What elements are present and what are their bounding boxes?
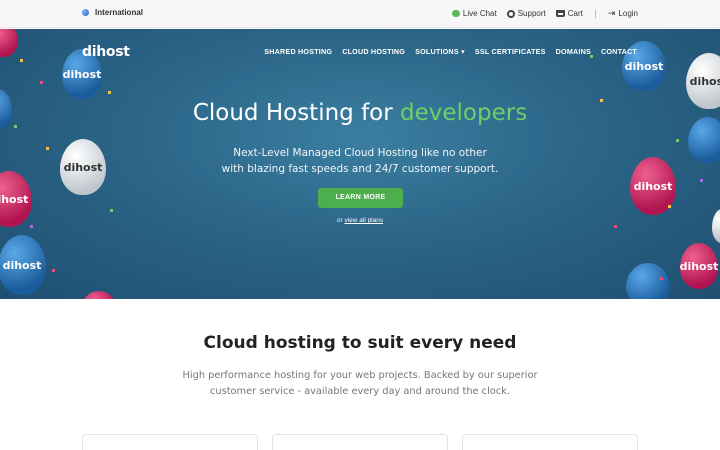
nav-item-ssl-certificates[interactable]: SSL CERTIFICATES	[475, 47, 546, 56]
balloon-text: dihost	[63, 160, 103, 174]
balloon-text: dihost	[689, 74, 720, 88]
description-line: High performance hosting for your web pr…	[182, 370, 538, 381]
support-label: Support	[517, 9, 546, 18]
confetti	[20, 59, 23, 62]
hero-headline: Cloud Hosting for developers	[0, 100, 720, 126]
view-plans-text: or view all plans	[0, 217, 720, 224]
confetti	[676, 139, 679, 142]
balloon-text: dihost	[633, 179, 673, 193]
cart-icon	[555, 10, 565, 17]
balloon-text: dihost	[679, 259, 719, 273]
login-icon: ⇥	[607, 8, 616, 19]
balloon-text: dihost	[0, 192, 29, 206]
support-icon	[506, 9, 515, 18]
hero-subtitle: Next-Level Managed Cloud Hosting like no…	[210, 145, 510, 177]
confetti	[52, 269, 55, 272]
balloon-image: dihost	[0, 235, 46, 295]
login-label: Login	[618, 9, 638, 18]
balloon-text: dihost	[62, 67, 102, 81]
confetti	[40, 81, 43, 84]
balloon-image: dihost	[60, 139, 106, 195]
region-selector[interactable]: International	[82, 8, 143, 17]
hero-banner: dihost dihost dihost dihost dihost dihos…	[0, 29, 720, 299]
confetti	[700, 179, 703, 182]
headline-prefix: Cloud Hosting for	[192, 100, 401, 126]
confetti	[614, 225, 617, 228]
confetti	[660, 277, 663, 280]
section-description: High performance hosting for your web pr…	[180, 368, 540, 400]
balloon-image: dihost	[680, 243, 718, 289]
plan-card[interactable]	[82, 434, 258, 450]
description-line: customer service - available every day a…	[210, 386, 510, 397]
view-all-plans-link[interactable]: view all plans	[344, 217, 383, 224]
confetti	[110, 209, 113, 212]
balloon-image	[0, 29, 18, 57]
balloon-image	[82, 291, 116, 299]
site-logo[interactable]: dihost	[82, 44, 130, 60]
cart-link[interactable]: Cart	[555, 9, 583, 18]
plan-card[interactable]	[462, 434, 638, 450]
top-links: Live Chat Support Cart ⇥ Login	[451, 9, 638, 18]
headline-highlight: developers	[400, 100, 528, 126]
main-nav: SHARED HOSTING CLOUD HOSTING SOLUTIONS ▾…	[264, 47, 637, 56]
live-chat-link[interactable]: Live Chat	[451, 9, 497, 18]
balloon-text: dihost	[2, 258, 42, 272]
subtitle-line: with blazing fast speeds and 24/7 custom…	[221, 163, 499, 175]
confetti	[46, 147, 49, 150]
confetti	[108, 91, 111, 94]
top-bar: International Live Chat Support Cart ⇥ L…	[0, 0, 720, 28]
balloon-text: dihost	[624, 59, 664, 73]
live-chat-label: Live Chat	[462, 9, 497, 18]
cart-label: Cart	[567, 9, 583, 18]
nav-item-shared-hosting[interactable]: SHARED HOSTING	[264, 47, 332, 56]
chat-icon	[451, 10, 460, 17]
subtitle-line: Next-Level Managed Cloud Hosting like no…	[233, 147, 487, 159]
confetti	[30, 225, 33, 228]
balloon-image	[712, 209, 720, 243]
nav-item-contact[interactable]: CONTACT	[601, 47, 637, 56]
support-link[interactable]: Support	[506, 9, 546, 18]
plan-card[interactable]	[272, 434, 448, 450]
nav-item-solutions[interactable]: SOLUTIONS ▾	[415, 47, 465, 56]
login-link[interactable]: ⇥ Login	[608, 9, 638, 18]
divider	[594, 9, 596, 18]
region-label: International	[95, 8, 144, 17]
section-title: Cloud hosting to suit every need	[203, 333, 517, 353]
nav-item-domains[interactable]: DOMAINS	[556, 47, 591, 56]
balloon-image	[626, 263, 670, 299]
learn-more-button[interactable]: LEARN MORE	[318, 188, 403, 208]
globe-icon	[82, 9, 89, 16]
confetti	[668, 205, 671, 208]
nav-item-cloud-hosting[interactable]: CLOUD HOSTING	[342, 47, 405, 56]
